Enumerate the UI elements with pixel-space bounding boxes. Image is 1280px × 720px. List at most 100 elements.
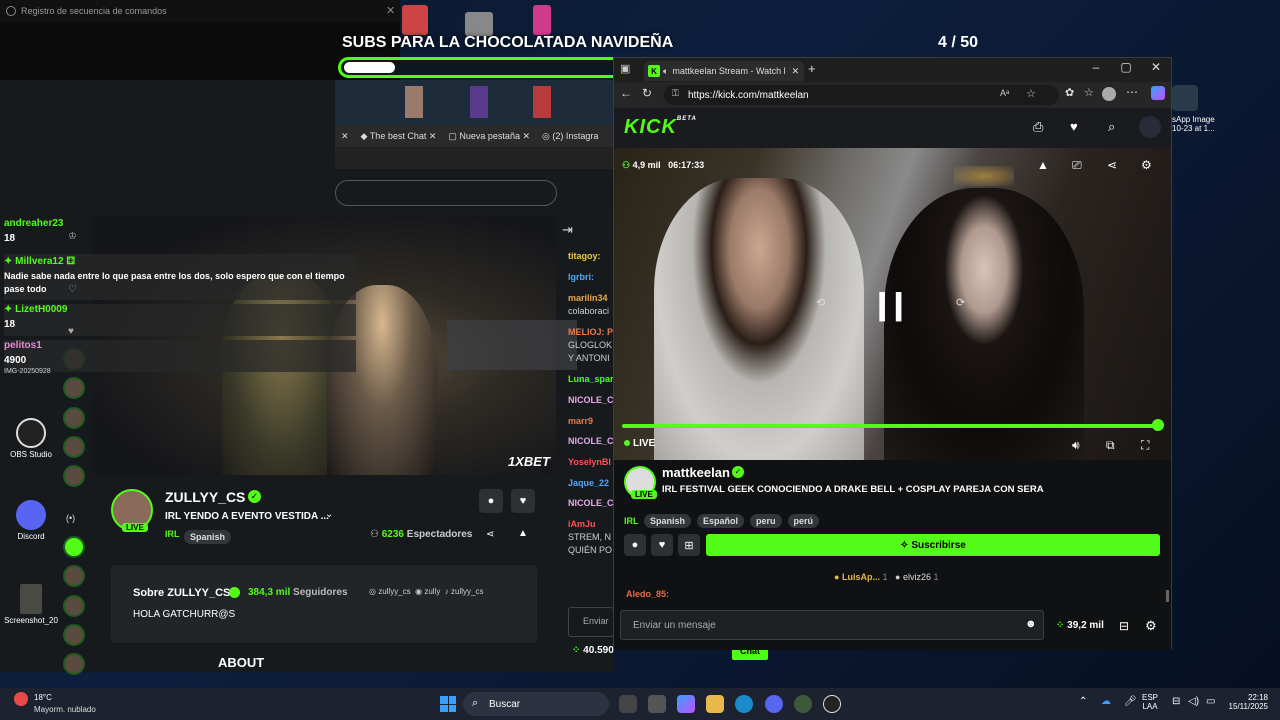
followed-channel-avatar[interactable] [63,565,85,587]
language-indicator[interactable]: ESP LAA [1142,693,1158,711]
stream-tag[interactable]: perú [787,514,820,528]
fullscreen-icon[interactable]: ⛶ [1141,438,1149,453]
stream-tag[interactable]: peru [750,514,782,528]
refresh-icon[interactable]: ↻ [642,86,652,100]
edge-icon[interactable] [735,695,753,713]
speaker-icon[interactable]: 🔈︎ [663,66,668,77]
user-avatar[interactable] [1139,116,1161,138]
zully-tag[interactable]: Spanish [184,527,232,545]
rewind-10-icon[interactable]: ⟲ [816,296,825,309]
kick-logo[interactable]: KICKBETA [624,116,697,139]
gift-icon[interactable]: ⊞ [678,534,700,556]
zully-chat-input[interactable]: Enviar [568,607,614,637]
profile-avatar[interactable] [1102,87,1116,101]
chevron-down-icon[interactable]: ⌄ [325,509,333,520]
close-window-icon[interactable]: ✕ [1141,60,1171,74]
share-icon[interactable]: ⋖ [1107,158,1117,172]
stream-category[interactable]: IRL [624,516,639,526]
followed-channel-avatar[interactable] [63,653,85,675]
battery-icon[interactable]: ▭ [1206,696,1215,707]
file-explorer-icon[interactable] [706,695,724,713]
video-progress-handle[interactable] [1152,419,1164,431]
video-progress-bar[interactable] [622,424,1158,428]
live-broadcast-icon[interactable]: (•) [66,513,75,523]
favorites-icon[interactable]: ☆ [1084,86,1094,99]
bell-icon[interactable]: ● [479,489,503,513]
extensions-icon[interactable]: ✿ [1065,86,1074,99]
gift-box-icon[interactable]: ⊟ [1119,619,1129,633]
bell-icon[interactable]: ● [624,534,646,556]
tab-close-icon[interactable]: ✕ [335,131,355,142]
forward-10-icon[interactable]: ⟳ [956,296,965,309]
stream-tag[interactable]: Español [697,514,745,528]
video-player[interactable]: ⚇ 4,9 mil 06:17:33 ▲ ⎚ ⋖ ⚙ ⟲ ▎▎ ⟳ LIVE 🔊… [614,148,1171,460]
microphone-icon[interactable]: 🎤︎ [1124,696,1137,707]
browse-icon[interactable]: ⎙ [1033,119,1043,135]
desktop-icon-whatsapp-image[interactable]: sApp Image 10-23 at 1... [1172,85,1280,133]
stream-tag[interactable]: Spanish [644,514,692,528]
volume-icon[interactable]: 🔊︎ [1072,438,1080,453]
app-icon[interactable] [794,695,812,713]
followed-channel-avatar[interactable] [63,407,85,429]
chat-message-input[interactable]: Enviar un mensaje ☻ [620,610,1044,640]
weather-icon[interactable] [14,692,28,706]
maximize-icon[interactable]: ▢ [1111,60,1141,74]
clip-icon[interactable]: ⎚ [1072,158,1082,173]
pause-icon[interactable]: ▎▎ [880,293,915,322]
task-view-icon[interactable] [619,695,637,713]
new-tab-icon[interactable]: + [808,61,816,76]
close-icon[interactable]: ✕ [386,4,395,17]
url-bar[interactable]: ⚿ https://kick.com/mattkeelan Aᵃ ☆ [664,85,1059,105]
chevron-up-icon[interactable]: ⌃ [1079,696,1087,707]
picture-in-picture-icon[interactable]: ⧉ [1106,438,1115,453]
instagram-icon[interactable]: ◎ zullyy_cs [369,587,411,596]
weather-text[interactable]: Mayorm. nublado [34,705,96,714]
followed-channel-avatar[interactable] [63,536,85,558]
tiktok-icon[interactable]: ♪ zullyy_cs [445,587,484,596]
more-menu-icon[interactable]: ⋯ [1126,85,1138,99]
back-icon[interactable]: ← [620,86,632,100]
desktop-icon-obs[interactable]: OBS Studio [4,418,58,459]
close-icon[interactable]: ✕ [792,66,800,77]
clock[interactable]: 22:18 15/11/2025 [1228,693,1268,711]
channel-points[interactable]: ⁘ 39,2 mil [1056,620,1104,631]
desktop-icon-discord[interactable]: Discord [4,500,58,541]
tab-actions-icon[interactable]: ▣ [620,62,630,75]
settings-gear-icon[interactable]: ⚙ [1141,158,1152,172]
report-icon[interactable]: ▲ [518,528,528,539]
emoji-icon[interactable]: ☻ [1025,618,1037,630]
heart-icon[interactable]: ♥ [651,534,673,556]
tab-new[interactable]: ▢ Nueva pestaña ✕ [442,131,536,142]
store-icon[interactable] [648,695,666,713]
taskbar-search[interactable]: ⌕ Buscar [463,692,609,716]
tab-kick-stream[interactable]: K 🔈︎ mattkeelan Stream - Watch l ✕ [644,61,804,81]
desktop-icon-screenshot[interactable]: Screenshot_20 [4,584,58,625]
followed-channel-avatar[interactable] [63,624,85,646]
minimize-icon[interactable]: – [1081,60,1111,74]
desktop-icon-img[interactable]: IMG-20250928 [4,368,58,375]
heart-icon[interactable]: ♥ [511,489,535,513]
followed-channel-avatar[interactable] [63,436,85,458]
network-icon[interactable]: ⊟ [1172,696,1180,707]
followed-channel-avatar[interactable] [63,595,85,617]
windows-start-icon[interactable] [440,696,456,712]
copilot-icon[interactable] [677,695,695,713]
heart-icon[interactable]: ♥ [1070,119,1078,134]
read-aloud-icon[interactable]: Aᵃ [1000,88,1009,98]
warning-icon[interactable]: ▲ [1037,158,1049,172]
zully-category[interactable]: IRL [165,529,180,539]
background-search-field[interactable] [335,180,557,206]
chat-scrollbar[interactable] [1166,590,1169,602]
tab-instagram[interactable]: ◎ (2) Instagra [536,131,604,142]
onedrive-icon[interactable]: ☁ [1101,696,1111,707]
weather-temp[interactable]: 18°C [34,693,52,702]
followed-channel-avatar[interactable] [63,377,85,399]
discord-icon[interactable] [765,695,783,713]
volume-icon[interactable]: ◁) [1188,696,1199,707]
obs-icon[interactable] [823,695,841,713]
discord-icon[interactable]: ◉ zully [415,587,440,596]
search-icon[interactable]: ⌕ [1108,119,1115,135]
chat-settings-icon[interactable]: ⚙ [1145,618,1157,634]
subscribe-button[interactable]: ✧ Suscribirse [706,534,1160,556]
copilot-icon[interactable] [1151,86,1165,100]
